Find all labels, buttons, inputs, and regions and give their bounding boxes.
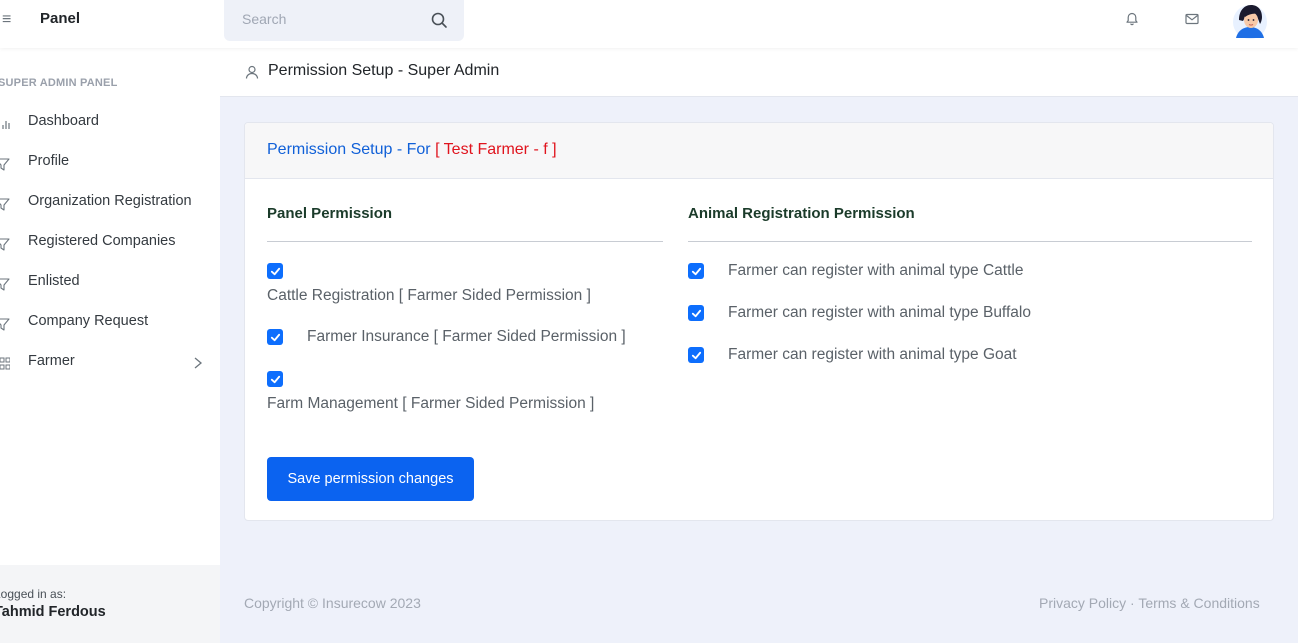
- sidebar-item-label: Enlisted: [28, 273, 80, 289]
- top-navbar: ≡ Panel: [0, 0, 1298, 48]
- sidebar-user-footer: Logged in as: Tahmid Ferdous: [0, 565, 220, 643]
- permission-card: Permission Setup - For [ Test Farmer - f…: [244, 122, 1274, 521]
- cattle-type-label[interactable]: Farmer can register with animal type Cat…: [728, 262, 1023, 280]
- sidebar-item-company-request[interactable]: Company Request: [0, 304, 220, 344]
- grid-icon: [0, 357, 10, 370]
- cattle-registration-checkbox[interactable]: [267, 263, 283, 279]
- bar-chart-icon: [2, 121, 10, 129]
- sidebar-item-farmer[interactable]: Farmer: [0, 344, 220, 384]
- hamburger-menu-icon[interactable]: ≡: [2, 12, 11, 28]
- panel-permission-heading: Panel Permission: [267, 205, 393, 222]
- buffalo-type-label[interactable]: Farmer can register with animal type Buf…: [728, 304, 1031, 322]
- sidebar-item-registered-companies[interactable]: Registered Companies: [0, 224, 220, 264]
- farm-management-label[interactable]: Farm Management [ Farmer Sided Permissio…: [267, 395, 594, 413]
- card-title-prefix: Permission Setup - For: [267, 141, 431, 158]
- sidebar: SUPER ADMIN PANEL Dashboard Profile Orga…: [0, 48, 220, 643]
- check-icon: [270, 333, 280, 341]
- bell-icon[interactable]: [1124, 11, 1140, 27]
- search-input[interactable]: [242, 10, 422, 28]
- brand-title[interactable]: Panel: [40, 10, 80, 27]
- search-box: [224, 0, 464, 41]
- card-title: Permission Setup - For [ Test Farmer - f…: [267, 141, 557, 159]
- check-icon: [691, 309, 701, 317]
- user-icon: [245, 65, 259, 79]
- goat-type-label[interactable]: Farmer can register with animal type Goa…: [728, 346, 1017, 364]
- animal-permission-heading: Animal Registration Permission: [688, 205, 915, 222]
- divider: [267, 241, 663, 242]
- sidebar-item-label: Profile: [28, 153, 70, 169]
- save-permission-button[interactable]: Save permission changes: [267, 457, 474, 501]
- sidebar-item-label: Farmer: [28, 353, 75, 369]
- farmer-insurance-checkbox[interactable]: [267, 329, 283, 345]
- logged-in-user-name: Tahmid Ferdous: [0, 604, 106, 620]
- card-title-target: [ Test Farmer - f ]: [435, 141, 557, 158]
- user-avatar[interactable]: [1232, 2, 1268, 40]
- sidebar-item-enlisted[interactable]: Enlisted: [0, 264, 220, 304]
- copyright-text: Copyright © Insurecow 2023: [244, 595, 421, 611]
- filter-icon: [0, 238, 10, 251]
- check-icon: [270, 375, 280, 383]
- sidebar-item-label: Registered Companies: [28, 233, 176, 249]
- sidebar-item-label: Organization Registration: [28, 193, 192, 209]
- sidebar-item-profile[interactable]: Profile: [0, 144, 220, 184]
- cattle-type-checkbox[interactable]: [688, 263, 704, 279]
- card-header: Permission Setup - For [ Test Farmer - f…: [245, 123, 1273, 179]
- goat-type-checkbox[interactable]: [688, 347, 704, 363]
- search-icon[interactable]: [430, 11, 448, 29]
- sidebar-heading: SUPER ADMIN PANEL: [0, 77, 118, 89]
- check-icon: [691, 351, 701, 359]
- footer-links[interactable]: Privacy Policy · Terms & Conditions: [1039, 595, 1260, 611]
- sidebar-item-organization-registration[interactable]: Organization Registration: [0, 184, 220, 224]
- sidebar-item-dashboard[interactable]: Dashboard: [0, 104, 220, 144]
- filter-icon: [0, 278, 10, 291]
- filter-icon: [0, 318, 10, 331]
- filter-icon: [0, 158, 10, 171]
- chevron-right-icon[interactable]: [192, 356, 204, 370]
- divider: [688, 241, 1252, 242]
- farmer-insurance-label[interactable]: Farmer Insurance [ Farmer Sided Permissi…: [307, 328, 626, 346]
- page-title: Permission Setup - Super Admin: [268, 62, 500, 79]
- page-header: Permission Setup - Super Admin: [220, 48, 1298, 97]
- sidebar-item-label: Company Request: [28, 313, 149, 329]
- buffalo-type-checkbox[interactable]: [688, 305, 704, 321]
- cattle-registration-label[interactable]: Cattle Registration [ Farmer Sided Permi…: [267, 287, 591, 305]
- farm-management-checkbox[interactable]: [267, 371, 283, 387]
- sidebar-item-label: Dashboard: [28, 113, 99, 129]
- logged-in-label: Logged in as:: [0, 587, 67, 601]
- check-icon: [691, 267, 701, 275]
- check-icon: [270, 267, 280, 275]
- mail-icon[interactable]: [1184, 11, 1200, 27]
- filter-icon: [0, 198, 10, 211]
